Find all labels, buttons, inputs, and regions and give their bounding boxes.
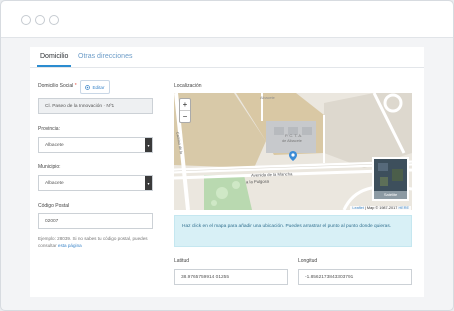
help-link[interactable]: esta página bbox=[58, 243, 82, 248]
zoom-in-button[interactable]: + bbox=[180, 99, 190, 110]
map-label-top: Albacete bbox=[260, 96, 275, 100]
domicilio-social-label-text: Domicilio Social bbox=[38, 83, 74, 89]
location-icon bbox=[85, 84, 91, 90]
municipio-value: Albacete bbox=[45, 180, 64, 186]
municipio-label: Municipio: bbox=[38, 164, 61, 170]
provincia-select[interactable]: Albacete ▾ bbox=[38, 137, 153, 153]
longitud-label: Longitud bbox=[298, 258, 318, 264]
zoom-control: + − bbox=[179, 98, 191, 123]
codigo-postal-label: Código Postal bbox=[38, 203, 70, 209]
zoom-out-button[interactable]: − bbox=[180, 110, 190, 122]
latitud-input[interactable]: 38.9765759914 01255 bbox=[174, 269, 288, 285]
satellite-toggle[interactable]: Satélite bbox=[372, 157, 409, 201]
map-label-pulgosa: a la Pulgosa bbox=[245, 178, 270, 185]
map-pin-icon[interactable] bbox=[289, 151, 297, 161]
required-mark: * bbox=[74, 83, 77, 89]
window-minimize-dot[interactable] bbox=[35, 15, 45, 25]
leaflet-link[interactable]: Leaflet bbox=[352, 206, 363, 210]
domicilio-social-label: Domicilio Social * bbox=[38, 83, 77, 89]
codigo-postal-help: Ejemplo: 28039. Si no sabes tu código po… bbox=[38, 235, 158, 249]
satellite-label: Satélite bbox=[374, 191, 407, 199]
map-label-campus-sub: de Albacete bbox=[282, 139, 302, 143]
edit-button-label: Editar bbox=[92, 84, 105, 90]
window-maximize-dot[interactable] bbox=[49, 15, 59, 25]
location-map[interactable]: Albacete P. C. T. A. de Albacete Avenida… bbox=[174, 93, 412, 210]
longitud-input[interactable]: -1.8562173843303791 bbox=[298, 269, 412, 285]
chevron-down-icon: ▾ bbox=[145, 176, 152, 190]
provincia-value: Albacete bbox=[45, 142, 64, 148]
tab-domicilio[interactable]: Domicilio bbox=[36, 53, 72, 67]
edit-button[interactable]: Editar bbox=[80, 80, 110, 94]
latitud-label: Latitud bbox=[174, 258, 190, 264]
map-info-alert: Haz click en el mapa para añadir una ubi… bbox=[174, 215, 412, 247]
codigo-postal-input[interactable]: 02007 bbox=[38, 213, 153, 229]
window-close-dot[interactable] bbox=[21, 15, 31, 25]
window-titlebar bbox=[1, 1, 453, 38]
tab-bar: Domicilio Otras direcciones bbox=[30, 47, 424, 68]
app-window: Domicilio Otras direcciones Domicilio So… bbox=[0, 0, 454, 311]
map-title: Localización bbox=[174, 83, 202, 89]
map-label-campus: P. C. T. A. bbox=[285, 133, 303, 138]
tab-otras-direcciones[interactable]: Otras direcciones bbox=[78, 53, 132, 60]
address-card: Domicilio Otras direcciones Domicilio So… bbox=[30, 47, 424, 297]
municipio-select[interactable]: Albacete ▾ bbox=[38, 175, 153, 191]
provincia-label: Provincia: bbox=[38, 126, 60, 132]
chevron-down-icon: ▾ bbox=[145, 138, 152, 152]
domicilio-field: Cl. Paseo de la Innovación · Nº1 bbox=[38, 98, 153, 114]
map-copyright: | Map © 1987-2017 bbox=[364, 206, 398, 210]
satellite-thumbnail bbox=[374, 159, 407, 191]
map-attribution: Leaflet | Map © 1987-2017 HERE bbox=[350, 206, 411, 210]
help-text: Ejemplo: 28039. Si no sabes tu código po… bbox=[38, 236, 148, 248]
here-link[interactable]: HERE bbox=[398, 206, 409, 210]
